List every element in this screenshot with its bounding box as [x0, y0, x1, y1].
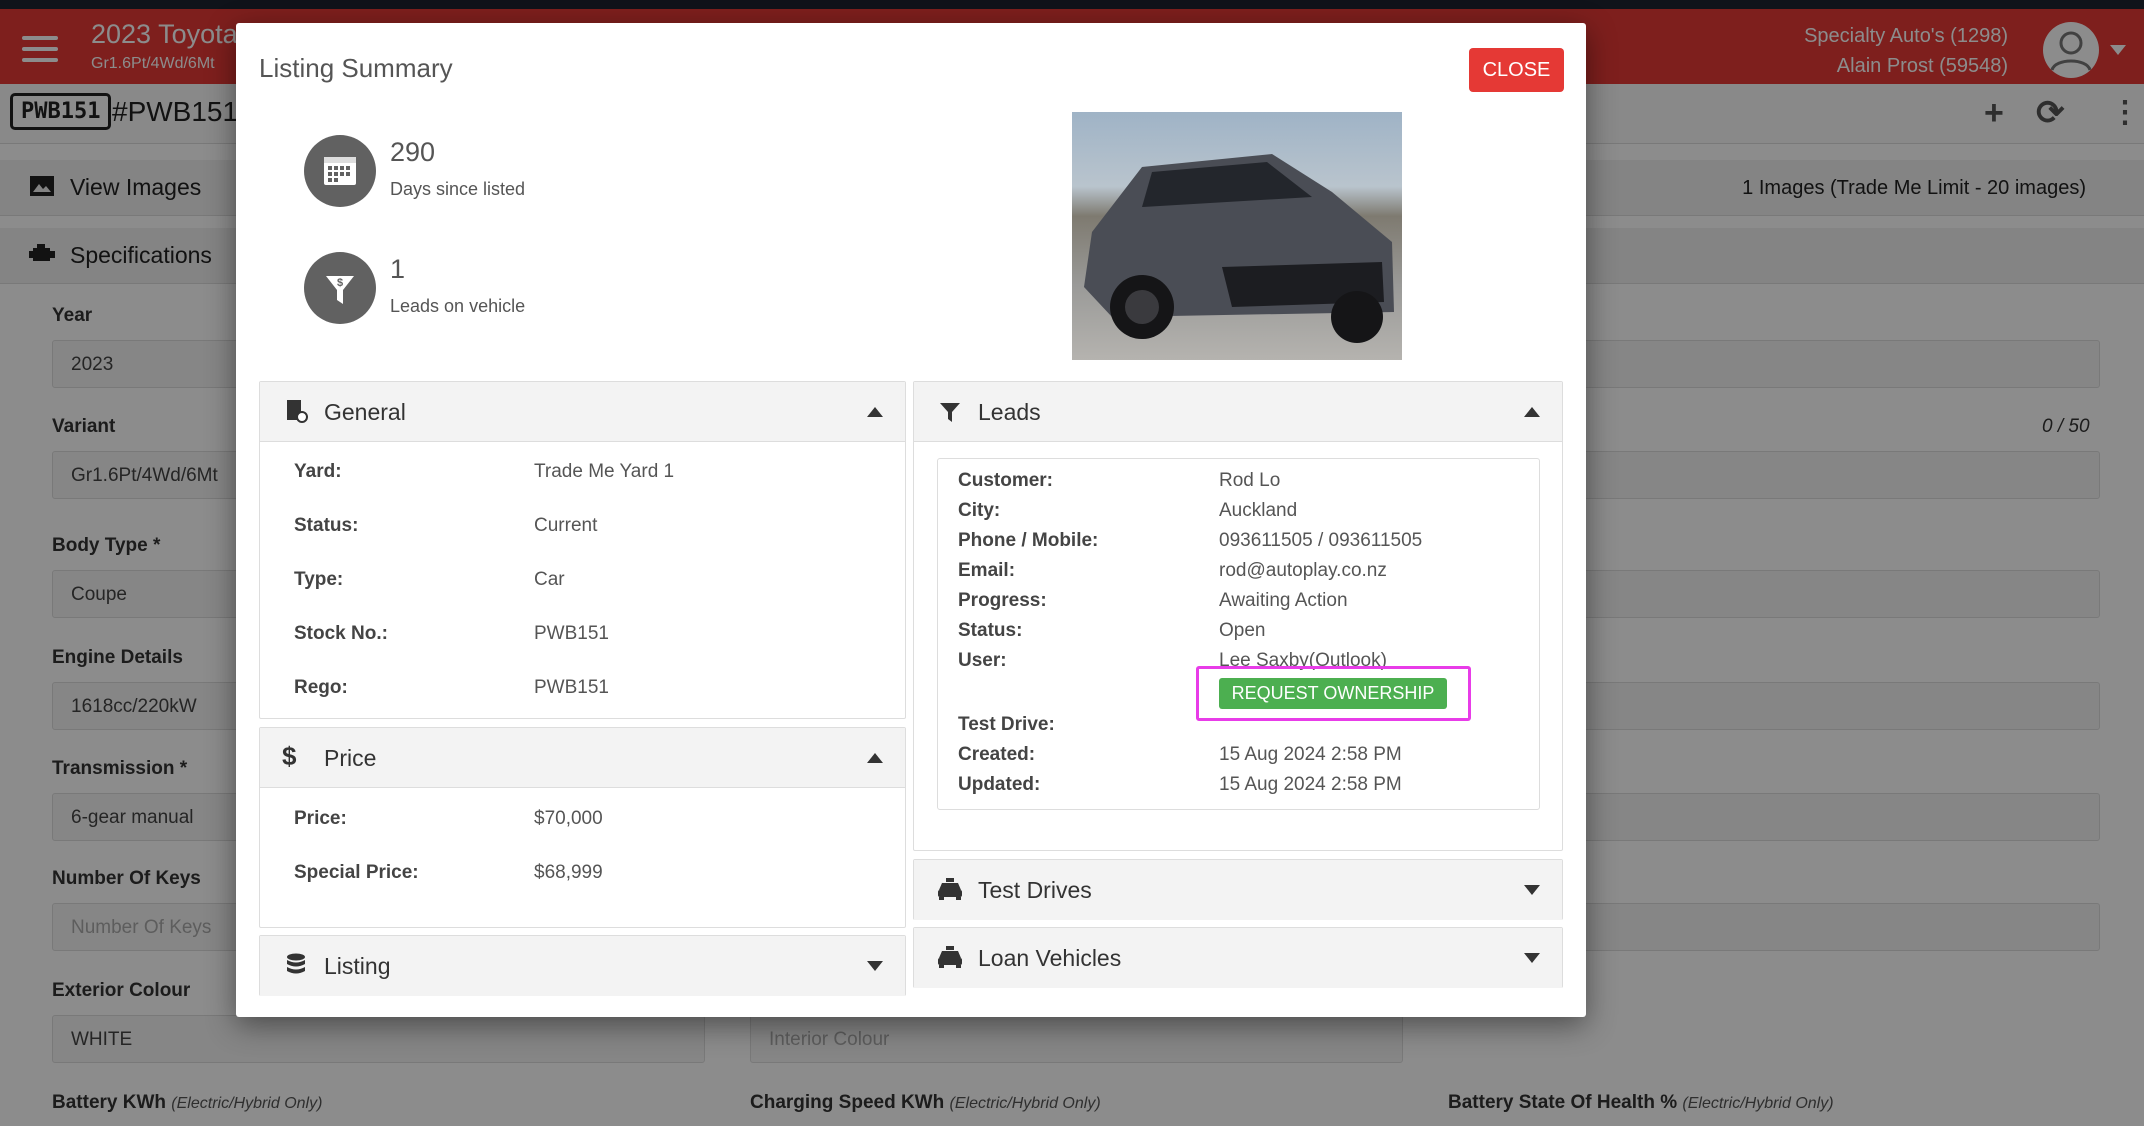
vehicle-photo[interactable] [1072, 112, 1402, 360]
taxi-icon [938, 878, 962, 900]
phone-key: Phone / Mobile: [958, 530, 1099, 551]
listing-title: Listing [324, 953, 391, 979]
lead-status-value: Open [1219, 620, 1266, 641]
customer-value: Rod Lo [1219, 470, 1281, 491]
leads-panel: Leads Customer: Rod Lo City: Auckland Ph… [913, 381, 1563, 851]
listing-panel[interactable]: Listing [259, 935, 906, 996]
special-price-value: $68,999 [534, 862, 603, 883]
price-header[interactable]: $ Price [260, 728, 905, 788]
test-drive-key: Test Drive: [958, 714, 1055, 735]
city-value: Auckland [1219, 500, 1298, 521]
expand-icon[interactable] [1524, 885, 1540, 895]
email-value: rod@autoplay.co.nz [1219, 560, 1387, 581]
progress-key: Progress: [958, 590, 1047, 611]
price-panel: $ Price Price: $70,000 Special Price: $6… [259, 727, 906, 928]
test-drives-header[interactable]: Test Drives [914, 860, 1562, 920]
request-ownership-button[interactable]: REQUEST OWNERSHIP [1219, 678, 1447, 709]
status-value: Current [534, 515, 598, 536]
collapse-icon[interactable] [867, 407, 883, 417]
email-key: Email: [958, 560, 1016, 581]
general-title: General [324, 399, 406, 425]
general-header[interactable]: General [260, 382, 905, 442]
leads-title: Leads [978, 399, 1041, 425]
price-value: $70,000 [534, 808, 603, 829]
city-key: City: [958, 500, 1001, 521]
stock-no-value: PWB151 [534, 623, 609, 644]
status-key: Status: [294, 515, 359, 536]
yard-value: Trade Me Yard 1 [534, 461, 675, 482]
phone-value: 093611505 / 093611505 [1219, 530, 1423, 551]
expand-icon[interactable] [1524, 953, 1540, 963]
modal-title: Listing Summary [259, 53, 453, 83]
dollar-icon: $ [282, 741, 297, 771]
lead-status-key: Status: [958, 620, 1023, 641]
leads-count-label: Leads on vehicle [390, 296, 526, 316]
expand-icon[interactable] [867, 961, 883, 971]
funnel-icon [940, 403, 960, 422]
test-drives-title: Test Drives [978, 877, 1092, 903]
collapse-icon[interactable] [1524, 407, 1540, 417]
rego-value: PWB151 [534, 677, 609, 698]
special-price-key: Special Price: [294, 862, 419, 883]
type-value: Car [534, 569, 565, 590]
document-icon [287, 400, 308, 423]
stock-no-key: Stock No.: [294, 623, 388, 644]
funnel-icon: $ [304, 252, 376, 324]
user-key: User: [958, 650, 1007, 671]
type-key: Type: [294, 569, 344, 590]
price-key: Price: [294, 808, 347, 829]
updated-key: Updated: [958, 774, 1041, 795]
updated-value: 15 Aug 2024 2:58 PM [1219, 774, 1402, 795]
database-icon [287, 953, 305, 974]
customer-key: Customer: [958, 470, 1054, 491]
rego-key: Rego: [294, 677, 348, 698]
collapse-icon[interactable] [867, 753, 883, 763]
price-title: Price [324, 745, 377, 771]
lead-card: Customer: Rod Lo City: Auckland Phone / … [937, 458, 1540, 810]
test-drives-panel[interactable]: Test Drives [913, 859, 1563, 920]
general-panel: General Yard: Trade Me Yard 1 Status: Cu… [259, 381, 906, 719]
progress-value: Awaiting Action [1219, 590, 1348, 611]
days-listed-label: Days since listed [390, 179, 526, 199]
close-button[interactable]: CLOSE [1469, 48, 1564, 92]
loan-vehicles-panel[interactable]: Loan Vehicles [913, 927, 1563, 988]
days-listed-value: 290 [390, 137, 436, 167]
loan-vehicles-header[interactable]: Loan Vehicles [914, 928, 1562, 988]
calendar-icon [304, 135, 376, 207]
loan-vehicles-title: Loan Vehicles [978, 945, 1122, 971]
leads-header[interactable]: Leads [914, 382, 1562, 442]
svg-text:$: $ [337, 277, 343, 289]
created-key: Created: [958, 744, 1036, 765]
listing-header[interactable]: Listing [260, 936, 905, 996]
created-value: 15 Aug 2024 2:58 PM [1219, 744, 1402, 765]
yard-key: Yard: [294, 461, 342, 482]
taxi-icon [938, 946, 962, 968]
leads-count-value: 1 [390, 254, 406, 284]
listing-summary-modal: Listing Summary CLOSE 290 Days since lis… [236, 23, 1586, 1017]
